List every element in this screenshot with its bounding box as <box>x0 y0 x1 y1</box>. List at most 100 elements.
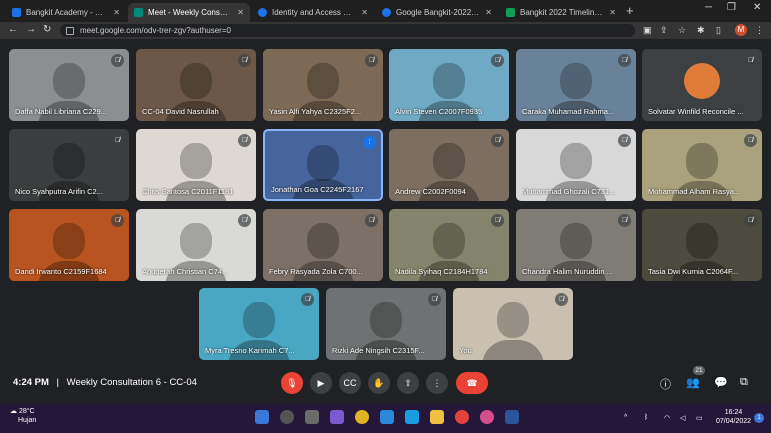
activities-icon[interactable]: ⧉ <box>740 376 748 389</box>
menu-icon[interactable]: ⋮ <box>755 25 764 36</box>
muted-mic-icon: 🎙̸ <box>555 293 568 306</box>
participant-tile[interactable]: 🎙̸ CC-04 David Nasrullah <box>136 49 256 121</box>
bookmark-star-icon[interactable]: ☆ <box>678 25 686 36</box>
participant-video <box>53 143 85 179</box>
participant-tile[interactable]: 🎙̸ Tasia Dwi Kurnia C2064F... <box>642 209 762 281</box>
meeting-info-icon[interactable]: ⓘ <box>660 376 671 392</box>
participant-tile[interactable]: 🎙̸ Muhammad Ghozali C731... <box>516 129 636 201</box>
people-icon[interactable]: 👥 <box>686 376 700 389</box>
participant-name: Rizki Ade Ningsih C2315F... <box>332 346 425 355</box>
participant-name: Febry Rasyada Zola C700... <box>269 267 363 276</box>
participant-name: CC-04 David Nasrullah <box>142 107 219 116</box>
bluetooth-icon[interactable]: ᛒ <box>644 414 648 421</box>
participant-tile[interactable]: 🎙̸ Andrew C2002F0094 <box>389 129 509 201</box>
tray-chevron-icon[interactable]: ^ <box>624 414 627 421</box>
volume-icon[interactable]: ◁ <box>680 414 685 422</box>
task-view-icon[interactable] <box>305 410 319 424</box>
store-icon[interactable] <box>380 410 394 424</box>
meeting-separator: | <box>56 377 60 388</box>
participant-tile[interactable]: 🎙̸ Nadila Syihaq C2184H1784 <box>389 209 509 281</box>
weather-condition: Hujan <box>18 417 37 424</box>
muted-mic-icon: 🎙̸ <box>744 134 757 147</box>
word-icon[interactable] <box>505 410 519 424</box>
back-icon[interactable]: ← <box>8 24 18 35</box>
participant-video <box>560 143 592 179</box>
leave-call-button[interactable]: ☎ <box>456 372 488 394</box>
file-explorer-icon[interactable] <box>430 410 444 424</box>
participant-video <box>180 223 212 259</box>
calendar-icon <box>12 8 21 17</box>
sidebar-icon[interactable]: ▯ <box>716 25 721 36</box>
tab-google-bangkit[interactable]: Google Bangkit-2022 | Cours ✕ <box>376 3 498 22</box>
profile-avatar[interactable]: M <box>735 24 747 36</box>
microphone-toggle-button[interactable]: 🎙 <box>281 372 303 394</box>
participant-tile[interactable]: 🎙̸ Alvin Steven C2007F0935 <box>389 49 509 121</box>
search-icon[interactable] <box>280 410 294 424</box>
participant-tile[interactable]: 🎙̸ Dandi Irwanto C2159F1684 <box>9 209 129 281</box>
participant-video <box>180 143 212 179</box>
restore-icon[interactable]: ❐ <box>727 2 736 13</box>
present-screen-button[interactable]: ⇧ <box>397 372 419 394</box>
chrome-profile-2-icon[interactable] <box>480 410 494 424</box>
close-tab-icon[interactable]: ✕ <box>609 8 616 17</box>
minimize-icon[interactable]: ─ <box>705 2 712 13</box>
participant-tile[interactable]: 🎙̸ Yasin Alfi Yahya C2325F2... <box>263 49 383 121</box>
wifi-icon[interactable]: ◠ <box>664 414 670 422</box>
forward-icon[interactable]: → <box>26 24 36 35</box>
captions-button[interactable]: CC <box>339 372 361 394</box>
muted-mic-icon: 🎙̸ <box>744 214 757 227</box>
muted-mic-icon: 🎙̸ <box>428 293 441 306</box>
system-clock[interactable]: 16:24 07/04/2022 <box>716 408 751 426</box>
temperature: 28°C <box>18 408 35 415</box>
participant-video <box>433 143 465 179</box>
self-view-tile[interactable]: 🎙̸ You <box>453 288 573 360</box>
participant-tile[interactable]: 🎙̸ Chris Santosa C2011F1181 <box>136 129 256 201</box>
participant-tile[interactable]: 🎙̸ Solvatar Winfild Reconcile ... <box>642 49 762 121</box>
participant-name: Myra Tresno Karimah C7... <box>205 346 295 355</box>
share-icon[interactable]: ⇪ <box>660 25 668 36</box>
camera-icon[interactable]: ▣ <box>643 25 652 36</box>
participant-tile-active-speaker[interactable]: ⦙ Jonathan Goa C2245F2167 <box>263 129 383 201</box>
tab-identity-access[interactable]: Identity and Access Manag... ✕ <box>252 3 374 22</box>
tab-meet[interactable]: Meet - Weekly Consultation ✕ <box>128 3 250 22</box>
tab-bangkit-timeline[interactable]: Bangkit 2022 Timeline - Goo ✕ <box>500 3 622 22</box>
participant-tile[interactable]: 🎙̸ Anugerah Christian C74... <box>136 209 256 281</box>
teams-chat-icon[interactable] <box>330 410 344 424</box>
weather-widget[interactable]: ☁ 28°C Hujan <box>10 407 36 425</box>
muted-mic-icon: 🎙̸ <box>238 214 251 227</box>
participant-tile[interactable]: 🎙̸ Myra Tresno Karimah C7... <box>199 288 319 360</box>
participant-tile[interactable]: 🎙̸ Febry Rasyada Zola C700... <box>263 209 383 281</box>
more-options-button[interactable]: ⋮ <box>426 372 448 394</box>
url-text: meet.google.com/odv-trer-zgv?authuser=0 <box>80 26 231 35</box>
participant-tile[interactable]: 🎙̸ Chandra Halim Nuruddin ... <box>516 209 636 281</box>
close-tab-icon[interactable]: ✕ <box>361 8 368 17</box>
chat-icon[interactable]: 💬 <box>714 376 728 389</box>
battery-icon[interactable]: ▭ <box>696 414 703 422</box>
chrome-profile-icon[interactable] <box>455 410 469 424</box>
raise-hand-button[interactable]: ✋ <box>368 372 390 394</box>
muted-mic-icon: 🎙̸ <box>618 54 631 67</box>
participant-tile[interactable]: 🎙̸ Rizki Ade Ningsih C2315F... <box>326 288 446 360</box>
notification-icon[interactable]: 1 <box>754 413 764 423</box>
reload-icon[interactable]: ↻ <box>43 24 51 35</box>
tab-calendar[interactable]: Bangkit Academy - Calendar ✕ <box>6 3 126 22</box>
close-window-icon[interactable]: ✕ <box>753 2 761 13</box>
participant-name: Jonathan Goa C2245F2167 <box>271 185 364 194</box>
participant-name: Dandi Irwanto C2159F1684 <box>15 267 107 276</box>
muted-mic-icon: 🎙̸ <box>744 54 757 67</box>
close-tab-icon[interactable]: ✕ <box>485 8 492 17</box>
close-tab-icon[interactable]: ✕ <box>237 8 244 17</box>
extensions-icon[interactable]: ✱ <box>697 25 705 36</box>
close-tab-icon[interactable]: ✕ <box>113 8 120 17</box>
camera-toggle-button[interactable]: ▶ <box>310 372 332 394</box>
participant-tile[interactable]: 🎙̸ Caraka Muhamad Rahma... <box>516 49 636 121</box>
windows-start-icon[interactable] <box>255 410 269 424</box>
participant-tile[interactable]: 🎙̸ Nico Syahputra Arifin C2... <box>9 129 129 201</box>
new-tab-button[interactable]: + <box>626 3 634 18</box>
chrome-icon[interactable] <box>355 410 369 424</box>
participant-tile[interactable]: 🎙̸ Daffa Nabil Libriana C229... <box>9 49 129 121</box>
url-bar[interactable]: meet.google.com/odv-trer-zgv?authuser=0 <box>60 24 635 37</box>
edge-icon[interactable] <box>405 410 419 424</box>
participant-tile[interactable]: 🎙̸ Mohammad Alham Rasya... <box>642 129 762 201</box>
participant-name: Solvatar Winfild Reconcile ... <box>648 107 744 116</box>
